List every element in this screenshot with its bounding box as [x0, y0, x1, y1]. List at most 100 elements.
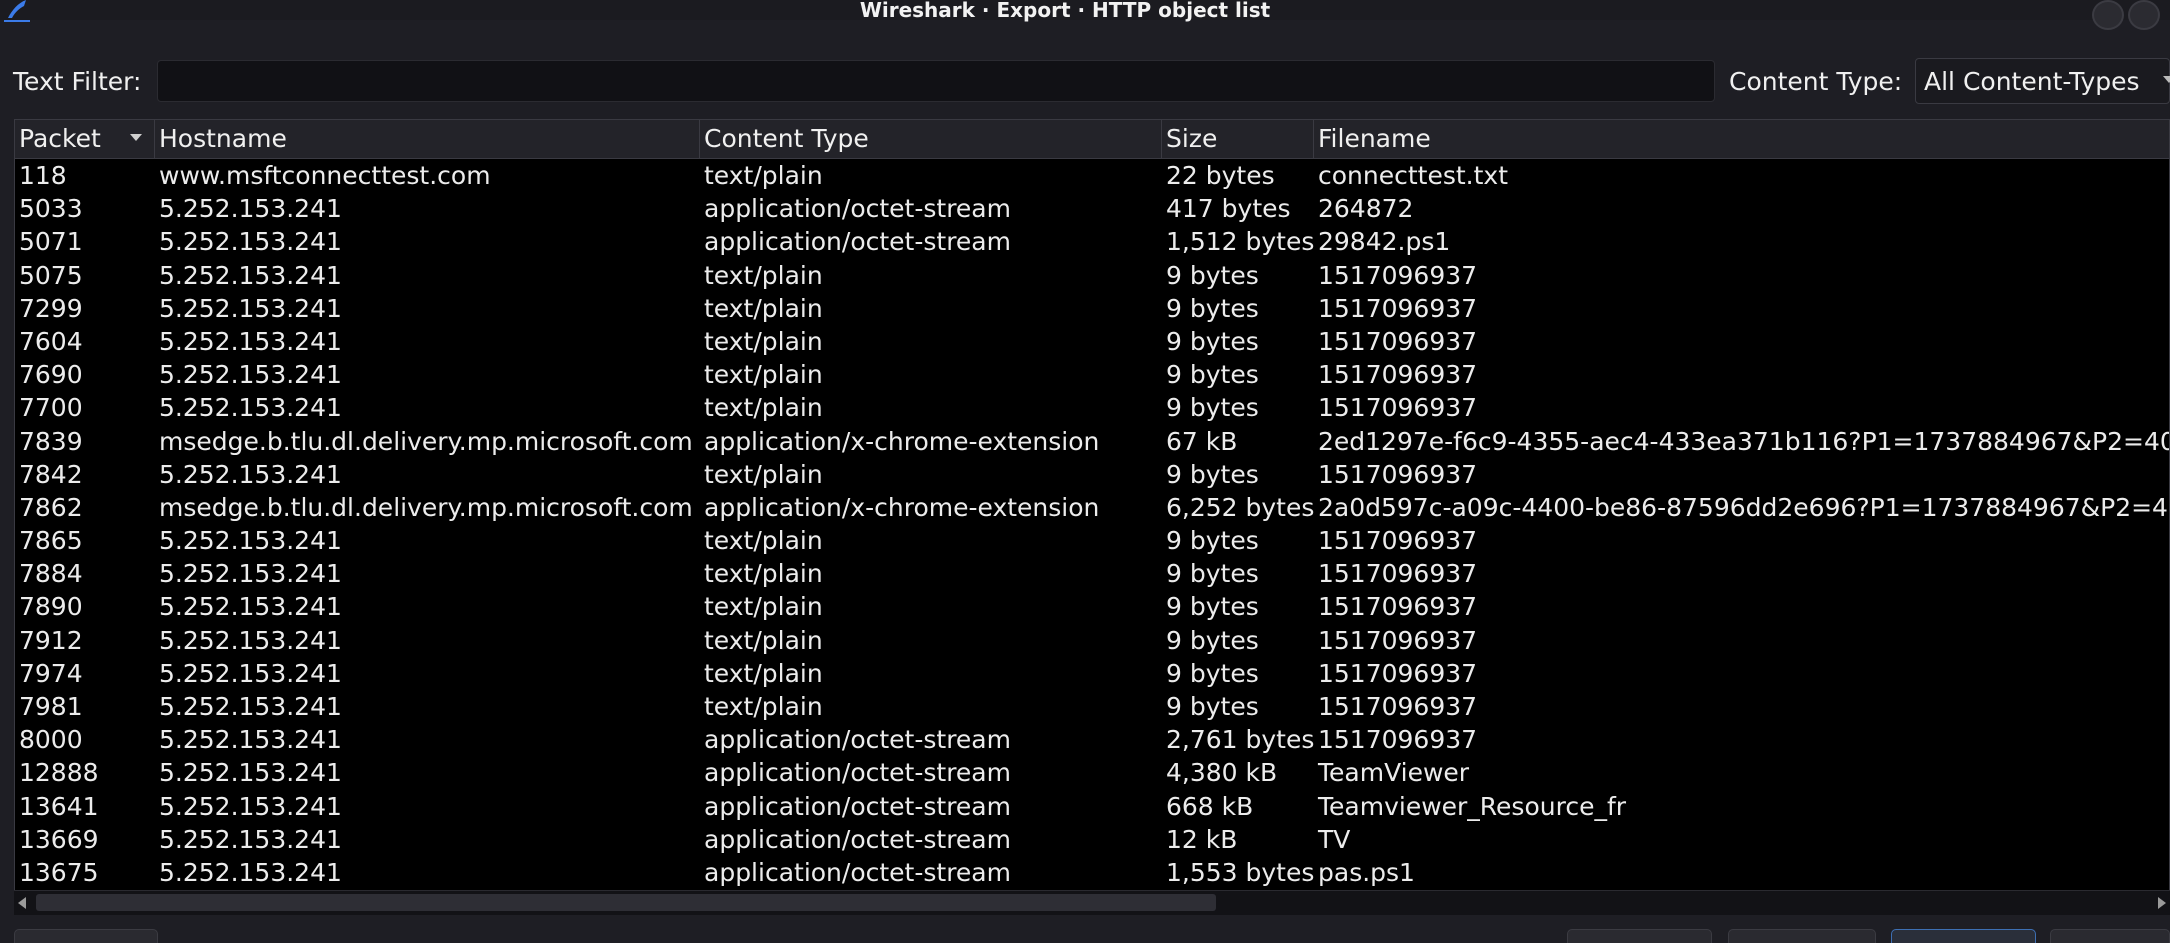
cell-content-type: application/octet-stream	[704, 227, 1011, 257]
cell-content-type: text/plain	[704, 526, 823, 556]
cell-content-type: text/plain	[704, 360, 823, 390]
horizontal-scrollbar[interactable]	[14, 890, 2170, 915]
column-header-filename[interactable]: Filename	[1314, 120, 2169, 158]
column-header-label: Content Type	[704, 124, 869, 153]
cell-content-type: application/octet-stream	[704, 857, 1011, 887]
cell-hostname: 5.252.153.241	[159, 658, 342, 688]
cell-content-type: text/plain	[704, 161, 823, 190]
sort-descending-icon	[130, 134, 142, 141]
table-row[interactable]: 7912 5.252.153.241 text/plain 9 bytes 151709…	[15, 624, 2169, 657]
cell-packet: 8000	[19, 725, 83, 755]
cell-packet: 7604	[19, 326, 83, 356]
cell-packet: 5075	[19, 260, 83, 290]
cell-size: 4,380 kB	[1166, 758, 1278, 788]
cell-size: 2,761 bytes	[1166, 725, 1314, 755]
table-body: 118 www.msftconnecttest.com text/plain 22 b…	[15, 159, 2170, 889]
table-row[interactable]: 13641 5.252.153.241 application/octet-stre…	[15, 790, 2169, 823]
table-row[interactable]: 7865 5.252.153.241 text/plain 9 bytes 151709…	[15, 524, 2169, 557]
cell-packet: 7842	[19, 459, 83, 489]
cell-packet: 7839	[19, 426, 83, 456]
scroll-right-arrow-icon[interactable]	[2158, 897, 2166, 909]
table-row[interactable]: 7700 5.252.153.241 text/plain 9 bytes 151709…	[15, 391, 2169, 424]
cell-filename: 2a0d597c-a09c-4400-be86-87596dd2e696?P1=…	[1318, 492, 2170, 522]
table-row[interactable]: 7890 5.252.153.241 text/plain 9 bytes 151709…	[15, 590, 2169, 623]
cell-hostname: 5.252.153.241	[159, 326, 342, 356]
cell-packet: 7890	[19, 592, 83, 622]
cell-size: 9 bytes	[1166, 559, 1259, 589]
cell-size: 1,553 bytes	[1166, 857, 1314, 887]
table-row[interactable]: 7690 5.252.153.241 text/plain 9 bytes 151709…	[15, 358, 2169, 391]
table-row[interactable]: 7862 msedge.b.tlu.dl.delivery.mp.microsof…	[15, 491, 2170, 524]
cell-content-type: text/plain	[704, 393, 823, 423]
cell-filename: connecttest.txt	[1318, 161, 1509, 190]
minimize-button[interactable]	[2092, 0, 2124, 30]
cell-content-type: application/octet-stream	[704, 791, 1011, 821]
cell-packet: 7299	[19, 293, 83, 323]
table-row[interactable]: 5075 5.252.153.241 text/plain 9 bytes 151709…	[15, 259, 2169, 292]
table-row[interactable]: 7981 5.252.153.241 text/plain 9 bytes 151709…	[15, 690, 2169, 723]
text-filter-input[interactable]	[157, 60, 1715, 102]
column-header-hostname[interactable]: Hostname	[155, 120, 700, 158]
cell-hostname: 5.252.153.241	[159, 592, 342, 622]
text-filter-label: Text Filter:	[13, 67, 142, 96]
cell-size: 6,252 bytes	[1166, 492, 1314, 522]
column-header-size[interactable]: Size	[1162, 120, 1314, 158]
cell-filename: 264872	[1318, 194, 1414, 224]
scroll-left-arrow-icon[interactable]	[18, 897, 26, 909]
preview-button[interactable]	[1891, 929, 2036, 943]
cell-content-type: text/plain	[704, 592, 823, 622]
cell-filename: 1517096937	[1318, 692, 1478, 721]
content-type-label: Content Type:	[1729, 67, 1903, 96]
table-row[interactable]: 7884 5.252.153.241 text/plain 9 bytes 151709…	[15, 557, 2169, 590]
cell-content-type: text/plain	[704, 326, 823, 356]
table-row[interactable]: 5033 5.252.153.241 application/octet-strea…	[15, 192, 2169, 225]
close-button[interactable]	[2128, 0, 2160, 30]
save-all-button[interactable]	[1728, 929, 1876, 943]
cell-hostname: 5.252.153.241	[159, 625, 342, 655]
help-button[interactable]	[14, 929, 158, 943]
cell-packet: 7865	[19, 526, 83, 556]
table-row[interactable]: 7974 5.252.153.241 text/plain 9 bytes 151709…	[15, 657, 2169, 690]
cell-packet: 5033	[19, 194, 83, 224]
column-header-label: Packet	[19, 124, 101, 153]
cell-filename: 1517096937	[1318, 360, 1478, 390]
table-row[interactable]: 12888 5.252.153.241 application/octet-stre…	[15, 756, 2169, 789]
cell-hostname: 5.252.153.241	[159, 360, 342, 390]
cell-content-type: application/octet-stream	[704, 725, 1011, 755]
column-header-packet[interactable]: Packet	[15, 120, 155, 158]
table-row[interactable]: 7299 5.252.153.241 text/plain 9 bytes 151709…	[15, 292, 2169, 325]
cell-size: 9 bytes	[1166, 625, 1259, 655]
cell-hostname: 5.252.153.241	[159, 857, 342, 887]
cell-hostname: 5.252.153.241	[159, 260, 342, 290]
cell-packet: 118	[19, 161, 67, 190]
column-header-label: Size	[1166, 124, 1218, 153]
table-header: Packet Hostname Content Type Size Filena…	[15, 120, 2169, 159]
table-row[interactable]: 7604 5.252.153.241 text/plain 9 bytes 151709…	[15, 325, 2169, 358]
column-header-content-type[interactable]: Content Type	[700, 120, 1162, 158]
cell-size: 9 bytes	[1166, 592, 1259, 622]
content-type-select[interactable]: All Content-Types	[1915, 58, 2170, 104]
cell-content-type: application/octet-stream	[704, 758, 1011, 788]
title-bar: Wireshark · Export · HTTP object list	[0, 0, 2170, 30]
cell-hostname: 5.252.153.241	[159, 791, 342, 821]
cell-content-type: text/plain	[704, 260, 823, 290]
cell-hostname: 5.252.153.241	[159, 559, 342, 589]
cell-packet: 13675	[19, 857, 99, 887]
save-button[interactable]	[1567, 929, 1712, 943]
table-row[interactable]: 8000 5.252.153.241 application/octet-strea…	[15, 723, 2169, 756]
table-row[interactable]: 7842 5.252.153.241 text/plain 9 bytes 151709…	[15, 458, 2169, 491]
close-dialog-button[interactable]	[2050, 929, 2170, 943]
content-type-selected-value: All Content-Types	[1924, 67, 2140, 96]
cell-packet: 7700	[19, 393, 83, 423]
cell-hostname: 5.252.153.241	[159, 194, 342, 224]
cell-hostname: 5.252.153.241	[159, 824, 342, 854]
window-title: Wireshark · Export · HTTP object list	[859, 0, 1271, 22]
table-row[interactable]: 7839 msedge.b.tlu.dl.delivery.mp.microsof…	[15, 425, 2169, 458]
table-row[interactable]: 13669 5.252.153.241 application/octet-stre…	[15, 823, 2169, 856]
table-row[interactable]: 118 www.msftconnecttest.com text/plain 22 b…	[15, 159, 2169, 192]
cell-filename: 1517096937	[1318, 326, 1478, 356]
scrollbar-thumb[interactable]	[36, 894, 1216, 911]
table-row[interactable]: 5071 5.252.153.241 application/octet-strea…	[15, 225, 2169, 258]
cell-packet: 5071	[19, 227, 83, 257]
table-row[interactable]: 13675 5.252.153.241 application/octet-stre…	[15, 856, 2169, 889]
